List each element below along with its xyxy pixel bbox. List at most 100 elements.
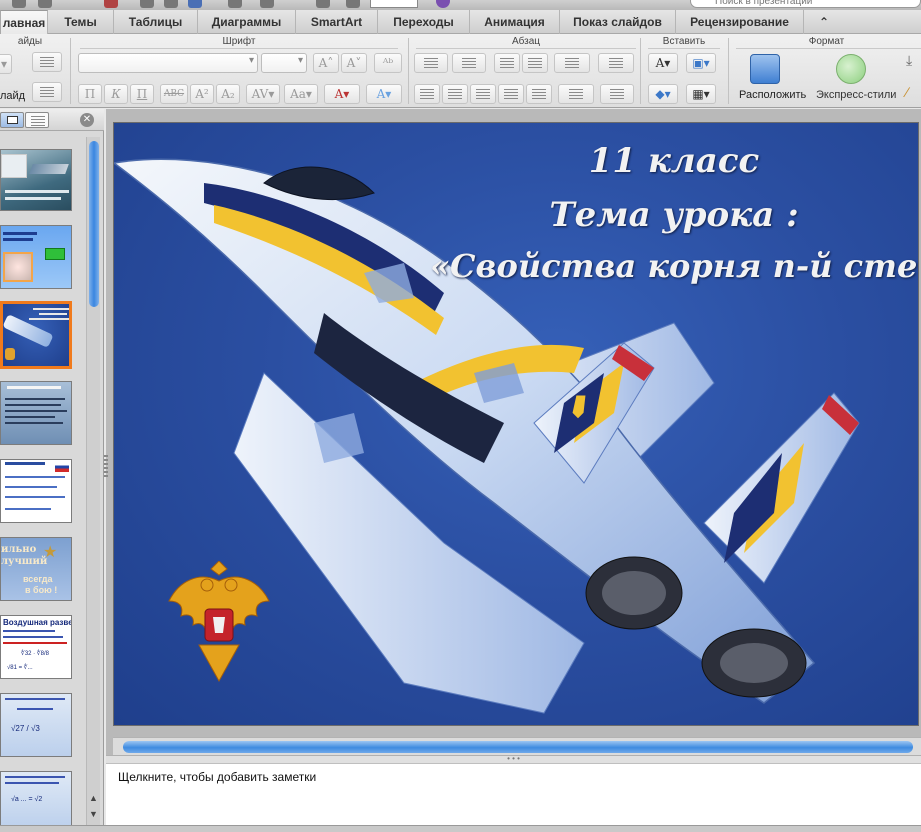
subscript-button[interactable]: A₂	[216, 84, 240, 104]
tab-slideshow[interactable]: Показ слайдов	[560, 10, 676, 34]
shrink-font-button[interactable]: A˅	[341, 53, 367, 73]
thumbnail-scroll-knob[interactable]	[89, 141, 99, 307]
bold-button[interactable]: П	[78, 84, 102, 104]
zoom-field[interactable]	[370, 0, 418, 8]
tab-home[interactable]: лавная	[0, 10, 48, 34]
slide-thumbnail[interactable]	[0, 149, 72, 211]
distribute-button[interactable]	[526, 84, 552, 104]
gallery-icon[interactable]	[316, 0, 330, 8]
slide-canvas[interactable]: 11 класс Тема урока : «Свойства корня n-…	[113, 122, 919, 726]
slide-thumbnail[interactable]: √a ... = √2	[0, 771, 72, 829]
ribbon-tab-bar: лавная Темы Таблицы Диаграммы SmartArt П…	[0, 10, 921, 34]
font-size-select[interactable]	[261, 53, 307, 73]
media-icon[interactable]	[228, 0, 242, 8]
shape-icon[interactable]: ◆▾	[648, 84, 678, 104]
tab-tables[interactable]: Таблицы	[114, 10, 198, 34]
columns-button[interactable]	[598, 53, 634, 73]
clear-format-icon[interactable]: ᴬᵇ	[374, 53, 402, 73]
group-title-insert: Вставить	[662, 36, 706, 47]
change-case-button[interactable]: Aa▾	[284, 84, 318, 104]
status-bar	[0, 825, 921, 832]
ribbon-collapse-button[interactable]: ⌃	[804, 10, 844, 34]
pane-splitter-handle[interactable]	[104, 455, 108, 479]
strikethrough-button[interactable]: ABC	[160, 84, 188, 104]
slide-thumbnail[interactable]: √27 / √3	[0, 693, 72, 757]
line-pen-icon[interactable]: ∕	[906, 84, 921, 100]
tab-transitions[interactable]: Переходы	[378, 10, 470, 34]
text-align-vertical-button[interactable]	[600, 84, 634, 104]
char-spacing-button[interactable]: AV▾	[246, 84, 280, 104]
tab-smartart[interactable]: SmartArt	[296, 10, 378, 34]
media-insert-icon[interactable]: ▦▾	[686, 84, 716, 104]
numbering-button[interactable]	[452, 53, 486, 73]
paste-icon[interactable]	[164, 0, 178, 8]
undo-icon[interactable]	[38, 0, 52, 8]
slide-layout-icon[interactable]	[32, 52, 62, 72]
quick-styles-icon[interactable]	[836, 54, 866, 84]
slide-thumbnail[interactable]	[0, 459, 72, 523]
section-icon[interactable]	[32, 82, 62, 102]
text-effects-button[interactable]: A▾	[366, 84, 402, 104]
slide-title-line2[interactable]: Тема урока :	[494, 195, 854, 235]
star-icon: ★	[43, 544, 58, 561]
fill-bucket-icon[interactable]: ⤓	[906, 52, 921, 68]
bullets-button[interactable]	[414, 53, 448, 73]
thumbnail-pane-header: ✕	[0, 109, 104, 131]
new-slide-label[interactable]: лайд	[0, 90, 25, 102]
close-pane-icon[interactable]: ✕	[80, 113, 94, 127]
group-title-format: Формат	[808, 36, 845, 47]
tab-review[interactable]: Рецензирование	[676, 10, 804, 34]
horizontal-scroll-knob[interactable]	[123, 741, 913, 753]
tab-charts[interactable]: Диаграммы	[198, 10, 296, 34]
text-direction-button[interactable]	[558, 84, 594, 104]
slide-thumbnail[interactable]: Воздушная разведка ∜32 · ∜8/8 √81 = ∜...	[0, 615, 72, 679]
quick-styles-button[interactable]: Экспресс-стили	[816, 89, 896, 101]
tab-themes[interactable]: Темы	[48, 10, 114, 34]
notes-placeholder[interactable]: Щелкните, чтобы добавить заметки	[118, 770, 316, 784]
save-icon[interactable]	[12, 0, 26, 8]
notes-splitter[interactable]: • • •	[106, 755, 921, 763]
picture-icon[interactable]: ▣▾	[686, 53, 716, 73]
title-toolbar: Поиск в презентации	[0, 0, 921, 10]
italic-button[interactable]: К	[104, 84, 128, 104]
copy-icon[interactable]	[140, 0, 154, 8]
align-left-button[interactable]	[414, 84, 440, 104]
slide-thumbnail[interactable]	[0, 225, 72, 289]
justify-button[interactable]	[498, 84, 524, 104]
superscript-button[interactable]: A²	[190, 84, 214, 104]
thumbnail-scrollbar[interactable]: ▲ ▼	[86, 137, 100, 827]
align-right-button[interactable]	[470, 84, 496, 104]
slide-thumbnail-selected[interactable]	[0, 301, 72, 369]
slide-title-line3[interactable]: «Свойства корня n-й степени»	[430, 247, 918, 285]
slide-thumbnail[interactable]	[0, 381, 72, 445]
help-icon[interactable]	[436, 0, 450, 8]
line-spacing-button[interactable]	[554, 53, 590, 73]
slide-horizontal-scrollbar[interactable]	[113, 737, 921, 755]
outline-view-button[interactable]	[25, 112, 49, 128]
decrease-indent-button[interactable]	[494, 53, 520, 73]
table-icon[interactable]	[260, 0, 274, 8]
text-box-icon[interactable]: A▾	[648, 53, 678, 73]
notes-pane[interactable]: Щелкните, чтобы добавить заметки	[106, 763, 921, 825]
font-name-select[interactable]	[78, 53, 258, 73]
format-painter-icon[interactable]	[188, 0, 202, 8]
coat-of-arms-icon	[168, 561, 270, 683]
search-input[interactable]: Поиск в презентации	[690, 0, 921, 8]
slide-title-line1[interactable]: 11 класс	[494, 141, 854, 181]
arrange-icon[interactable]	[750, 54, 780, 84]
grow-font-button[interactable]: A˄	[313, 53, 339, 73]
increase-indent-button[interactable]	[522, 53, 548, 73]
underline-button[interactable]: П	[130, 84, 154, 104]
font-color-button[interactable]: A▾	[324, 84, 360, 104]
layout-button[interactable]: ▾	[0, 54, 12, 74]
group-title-font: Шрифт	[222, 36, 256, 47]
scroll-up-icon[interactable]: ▲	[89, 793, 98, 803]
slide-thumbnail[interactable]: ильно лучший ★ всегда в бою !	[0, 537, 72, 601]
slides-view-button[interactable]	[0, 112, 24, 128]
tab-animation[interactable]: Анимация	[470, 10, 560, 34]
cut-icon[interactable]	[104, 0, 118, 8]
scroll-down-icon[interactable]: ▼	[89, 809, 98, 819]
align-center-button[interactable]	[442, 84, 468, 104]
arrange-button[interactable]: Расположить	[739, 89, 806, 101]
monitor-icon[interactable]	[346, 0, 360, 8]
